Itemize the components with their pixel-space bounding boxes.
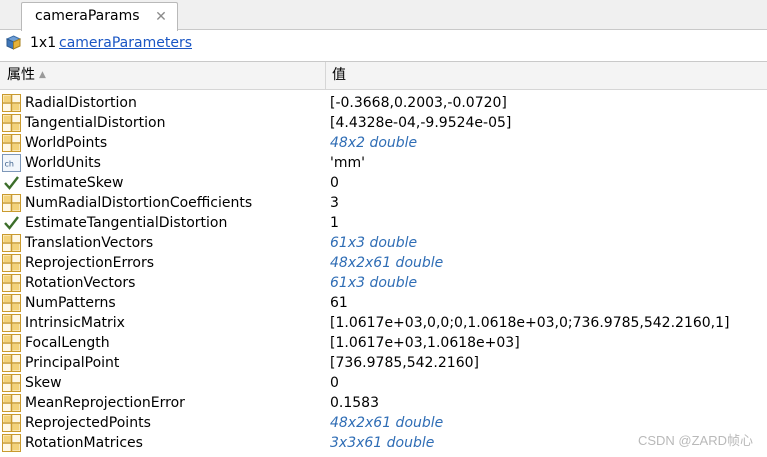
table-row[interactable]: NumPatterns 61	[0, 293, 767, 313]
close-icon[interactable]: ✕	[155, 10, 167, 24]
property-value[interactable]: 48x2x61 double	[330, 413, 443, 433]
table-header: 属性 ▲ 值	[0, 62, 767, 90]
grid-icon	[2, 394, 21, 412]
property-name: TranslationVectors	[25, 235, 154, 251]
grid-icon	[2, 354, 21, 372]
table-row[interactable]: EstimateTangentialDistortion 1	[0, 213, 767, 233]
property-value[interactable]: 48x2 double	[330, 133, 417, 153]
table-row[interactable]: ReprojectionErrors 48x2x61 double	[0, 253, 767, 273]
property-name: EstimateTangentialDistortion	[25, 215, 228, 231]
property-value: [1.0617e+03,1.0618e+03]	[330, 335, 520, 351]
property-name: RadialDistortion	[25, 95, 137, 111]
property-name: WorldUnits	[25, 155, 101, 171]
checkmark-icon	[2, 174, 21, 192]
table-row[interactable]: RadialDistortion [-0.3668,0.2003,-0.0720]	[0, 93, 767, 113]
char-icon: ch	[2, 154, 21, 172]
property-name: RotationMatrices	[25, 435, 143, 451]
property-name: EstimateSkew	[25, 175, 124, 191]
size-label: 1x1	[30, 35, 57, 51]
property-value: [1.0617e+03,0,0;0,1.0618e+03,0;736.9785,…	[330, 315, 730, 331]
property-value[interactable]: 61x3 double	[330, 233, 417, 253]
property-name: FocalLength	[25, 335, 110, 351]
property-value[interactable]: 3x3x61 double	[330, 433, 434, 453]
variable-summary: 1x1 cameraParameters	[0, 31, 767, 55]
column-header-value[interactable]: 值	[327, 62, 767, 89]
property-value: [736.9785,542.2160]	[330, 355, 479, 371]
grid-icon	[2, 374, 21, 392]
column-header-property-label: 属性	[7, 67, 35, 83]
tab-title: cameraParams	[35, 8, 140, 24]
grid-icon	[2, 314, 21, 332]
property-value: 1	[330, 215, 339, 231]
property-value: [4.4328e-04,-9.9524e-05]	[330, 115, 512, 131]
column-header-property[interactable]: 属性 ▲	[0, 62, 326, 89]
grid-icon	[2, 334, 21, 352]
table-row[interactable]: PrincipalPoint [736.9785,542.2160]	[0, 353, 767, 373]
grid-icon	[2, 194, 21, 212]
property-value: [-0.3668,0.2003,-0.0720]	[330, 95, 507, 111]
grid-icon	[2, 234, 21, 252]
grid-icon	[2, 114, 21, 132]
table-row[interactable]: EstimateSkew 0	[0, 173, 767, 193]
sort-ascending-icon: ▲	[39, 70, 46, 80]
property-value: 0	[330, 175, 339, 191]
grid-icon	[2, 134, 21, 152]
table-row[interactable]: MeanReprojectionError 0.1583	[0, 393, 767, 413]
svg-text:ch: ch	[5, 160, 14, 169]
property-name: WorldPoints	[25, 135, 108, 151]
grid-icon	[2, 254, 21, 272]
properties-table: 属性 ▲ 值 RadialDistortion [-0.3668,0.2003,-0…	[0, 61, 767, 457]
table-row[interactable]: IntrinsicMatrix [1.0617e+03,0,0;0,1.0618e…	[0, 313, 767, 333]
property-value: 'mm'	[330, 155, 365, 171]
property-name: NumRadialDistortionCoefficients	[25, 195, 253, 211]
table-body: RadialDistortion [-0.3668,0.2003,-0.0720]…	[0, 93, 767, 453]
table-row[interactable]: RotationVectors 61x3 double	[0, 273, 767, 293]
table-row[interactable]: NumRadialDistortionCoefficients 3	[0, 193, 767, 213]
tab-cameraparams[interactable]: cameraParams ✕	[21, 2, 178, 31]
grid-icon	[2, 434, 21, 452]
grid-icon	[2, 294, 21, 312]
grid-icon	[2, 94, 21, 112]
property-name: NumPatterns	[25, 295, 116, 311]
property-name: ReprojectedPoints	[25, 415, 151, 431]
table-row[interactable]: TangentialDistortion [4.4328e-04,-9.9524e…	[0, 113, 767, 133]
table-row[interactable]: FocalLength [1.0617e+03,1.0618e+03]	[0, 333, 767, 353]
property-name: ReprojectionErrors	[25, 255, 155, 271]
table-row[interactable]: WorldPoints 48x2 double	[0, 133, 767, 153]
checkmark-icon	[2, 214, 21, 232]
tab-strip: cameraParams ✕	[0, 0, 767, 31]
watermark: CSDN @ZARD帧心	[637, 433, 753, 448]
property-name: Skew	[25, 375, 62, 391]
grid-icon	[2, 274, 21, 292]
property-value: 61	[330, 295, 348, 311]
class-link[interactable]: cameraParameters	[59, 34, 192, 52]
property-value[interactable]: 48x2x61 double	[330, 253, 443, 273]
column-header-value-label: 值	[332, 67, 346, 83]
grid-icon	[2, 414, 21, 432]
table-row[interactable]: TranslationVectors 61x3 double	[0, 233, 767, 253]
object-icon	[5, 35, 22, 50]
property-name: MeanReprojectionError	[25, 395, 185, 411]
property-value[interactable]: 61x3 double	[330, 273, 417, 293]
property-name: RotationVectors	[25, 275, 136, 291]
table-row[interactable]: Skew 0	[0, 373, 767, 393]
property-value: 3	[330, 195, 339, 211]
property-value: 0.1583	[330, 395, 379, 411]
property-value: 0	[330, 375, 339, 391]
property-name: PrincipalPoint	[25, 355, 120, 371]
property-name: TangentialDistortion	[25, 115, 166, 131]
property-name: IntrinsicMatrix	[25, 315, 125, 331]
table-row[interactable]: ch WorldUnits 'mm'	[0, 153, 767, 173]
